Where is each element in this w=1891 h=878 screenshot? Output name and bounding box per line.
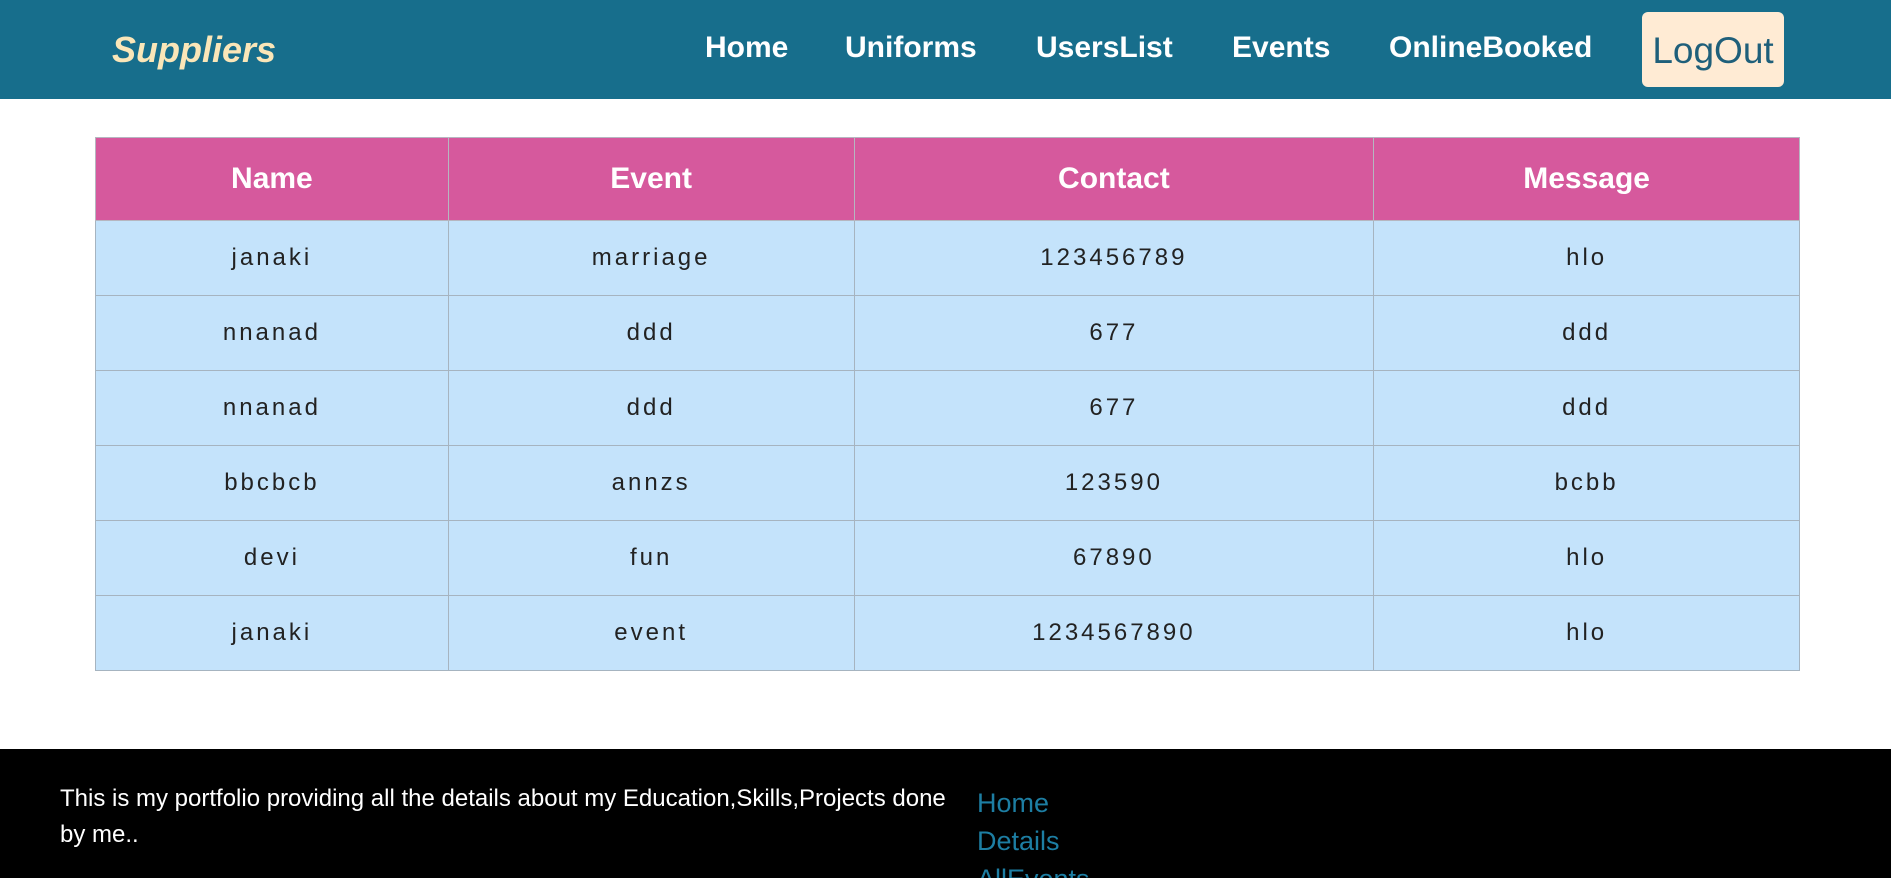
cell-event: annzs — [447, 445, 855, 521]
footer-description: This is my portfolio providing all the d… — [60, 785, 946, 848]
nav-link-userslist[interactable]: UsersList — [1036, 30, 1173, 66]
cell-contact: 677 — [853, 295, 1375, 371]
table-row: bbcbcb annzs 123590 bcbb — [95, 445, 1800, 521]
cell-contact: 1234567890 — [853, 595, 1375, 671]
nav-link-onlinebooked[interactable]: OnlineBooked — [1389, 30, 1592, 66]
cell-name: nnanad — [95, 295, 449, 371]
footer-link-details[interactable]: Details — [977, 822, 1060, 860]
cell-event: ddd — [447, 370, 855, 446]
top-navbar: Suppliers Home Uniforms UsersList Events… — [0, 0, 1891, 99]
cell-event: event — [447, 595, 855, 671]
footer-link-home[interactable]: Home — [977, 784, 1049, 822]
cell-message: hlo — [1373, 595, 1800, 671]
header-event: Event — [447, 137, 855, 221]
cell-contact: 677 — [853, 370, 1375, 446]
footer-link-allevents[interactable]: AllEvents — [977, 860, 1090, 878]
cell-name: janaki — [95, 595, 449, 671]
nav-link-uniforms[interactable]: Uniforms — [845, 30, 977, 66]
cell-message: ddd — [1373, 295, 1800, 371]
table-row: janaki event 1234567890 hlo — [95, 595, 1800, 671]
cell-message: bcbb — [1373, 445, 1800, 521]
cell-name: janaki — [95, 220, 449, 296]
cell-message: ddd — [1373, 370, 1800, 446]
cell-contact: 67890 — [853, 520, 1375, 596]
table-row: nnanad ddd 677 ddd — [95, 370, 1800, 446]
cell-message: hlo — [1373, 520, 1800, 596]
cell-event: marriage — [447, 220, 855, 296]
cell-name: devi — [95, 520, 449, 596]
logout-button[interactable]: LogOut — [1642, 12, 1784, 87]
cell-event: fun — [447, 520, 855, 596]
cell-event: ddd — [447, 295, 855, 371]
table-header-row: Name Event Contact Message — [95, 137, 1800, 221]
bookings-table: Name Event Contact Message janaki marria… — [95, 137, 1800, 671]
cell-contact: 123590 — [853, 445, 1375, 521]
header-contact: Contact — [853, 137, 1375, 221]
table-row: devi fun 67890 hlo — [95, 520, 1800, 596]
cell-contact: 123456789 — [853, 220, 1375, 296]
header-name: Name — [95, 137, 449, 221]
cell-message: hlo — [1373, 220, 1800, 296]
nav-link-home[interactable]: Home — [705, 30, 788, 66]
table-row: nnanad ddd 677 ddd — [95, 295, 1800, 371]
cell-name: nnanad — [95, 370, 449, 446]
table-row: janaki marriage 123456789 hlo — [95, 220, 1800, 296]
page-footer: This is my portfolio providing all the d… — [0, 749, 1891, 878]
brand-logo[interactable]: Suppliers — [112, 29, 276, 71]
cell-name: bbcbcb — [95, 445, 449, 521]
header-message: Message — [1373, 137, 1800, 221]
nav-link-events[interactable]: Events — [1232, 30, 1330, 66]
